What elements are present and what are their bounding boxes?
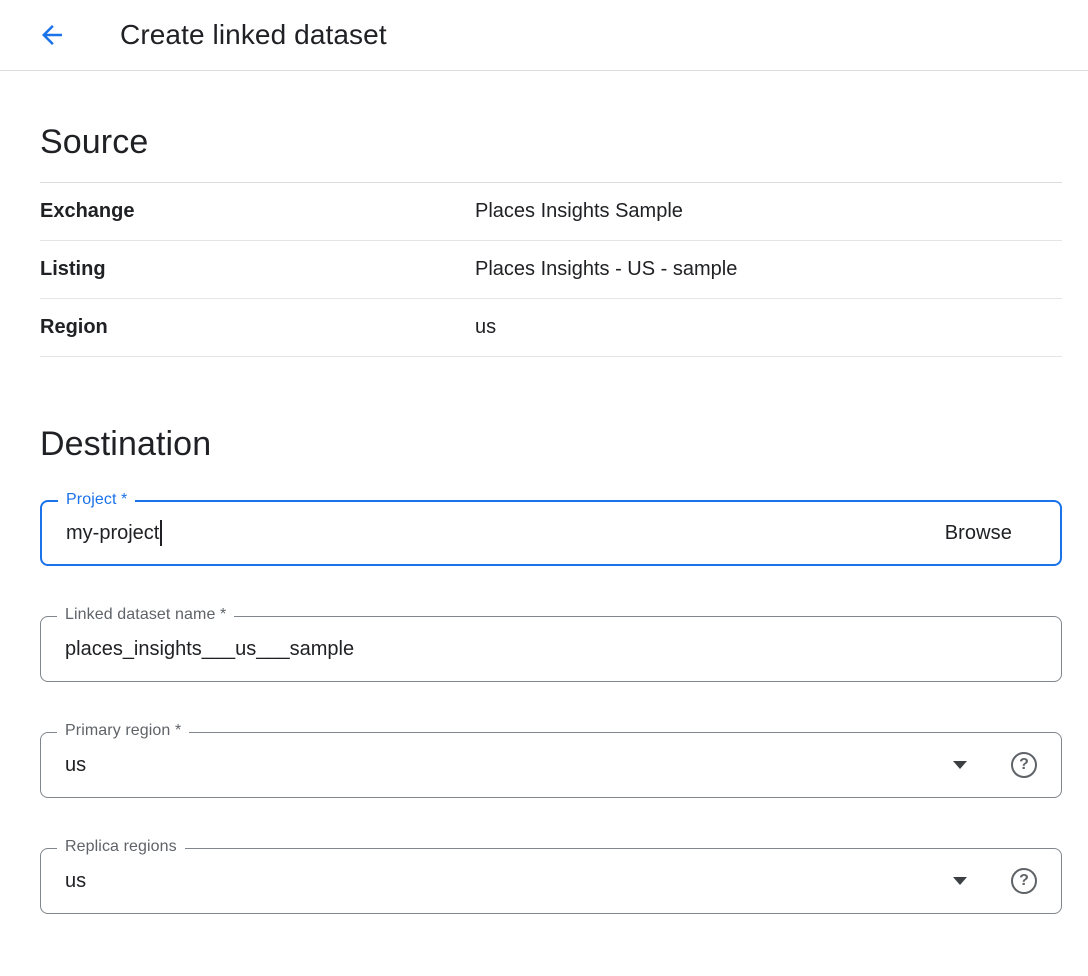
chevron-down-icon[interactable] [953, 761, 967, 769]
arrow-back-icon [37, 20, 67, 50]
source-table: Exchange Places Insights Sample Listing … [40, 182, 1062, 357]
linked-dataset-name-label: Linked dataset name * [57, 606, 234, 624]
help-icon[interactable]: ? [1011, 868, 1037, 894]
project-field[interactable]: Project * my-project Browse [40, 500, 1062, 566]
text-cursor [160, 520, 162, 546]
page-header: Create linked dataset [0, 0, 1088, 71]
row-value: us [475, 316, 496, 339]
row-label: Exchange [40, 200, 475, 223]
linked-dataset-name-field[interactable]: Linked dataset name * places_insights___… [40, 616, 1062, 682]
chevron-down-icon[interactable] [953, 877, 967, 885]
main-content: Source Exchange Places Insights Sample L… [40, 123, 1062, 914]
destination-heading: Destination [40, 425, 1062, 464]
table-row-region: Region us [40, 299, 1062, 357]
browse-button[interactable]: Browse [937, 516, 1020, 551]
page-title: Create linked dataset [120, 19, 387, 51]
linked-dataset-name-input[interactable]: places_insights___us___sample [65, 638, 354, 661]
replica-regions-value: us [65, 870, 86, 893]
row-label: Region [40, 316, 475, 339]
help-icon[interactable]: ? [1011, 752, 1037, 778]
source-heading: Source [40, 123, 1062, 162]
primary-region-field[interactable]: Primary region * us ? [40, 732, 1062, 798]
back-button[interactable] [32, 15, 72, 55]
table-row-exchange: Exchange Places Insights Sample [40, 183, 1062, 241]
replica-regions-label: Replica regions [57, 838, 185, 856]
primary-region-value: us [65, 754, 86, 777]
project-input[interactable]: my-project [66, 522, 159, 545]
row-label: Listing [40, 258, 475, 281]
table-row-listing: Listing Places Insights - US - sample [40, 241, 1062, 299]
replica-regions-field[interactable]: Replica regions us ? [40, 848, 1062, 914]
row-value: Places Insights Sample [475, 200, 683, 223]
project-field-label: Project * [58, 491, 135, 509]
row-value: Places Insights - US - sample [475, 258, 737, 281]
primary-region-label: Primary region * [57, 722, 189, 740]
